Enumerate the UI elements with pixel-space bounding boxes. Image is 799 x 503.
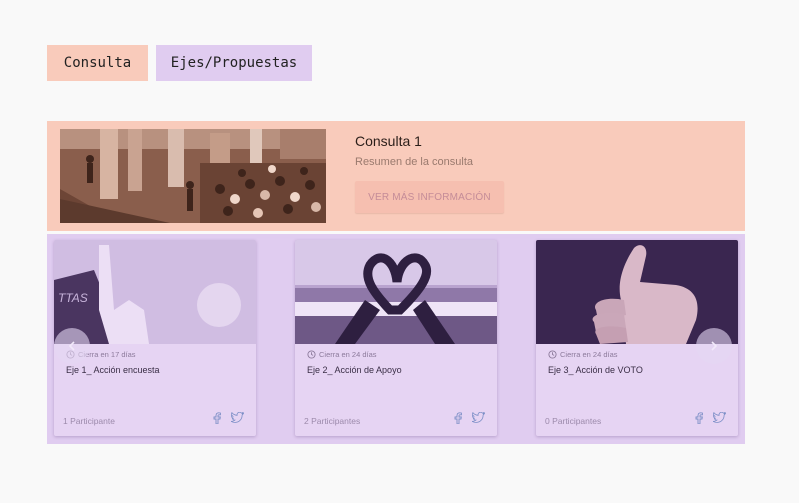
eje-card[interactable]: Cierra en 24 días Eje 2_ Acción de Apoyo… — [295, 240, 497, 436]
eje-card-participants: 1 Participante — [63, 416, 115, 426]
clock-icon — [548, 350, 557, 359]
chevron-left-icon — [68, 341, 75, 351]
twitter-icon[interactable] — [713, 412, 726, 423]
facebook-icon[interactable] — [213, 412, 221, 424]
facebook-icon[interactable] — [695, 412, 703, 424]
carousel-prev-button[interactable] — [54, 328, 90, 364]
tab-ejes-propuestas[interactable]: Ejes/Propuestas — [156, 45, 312, 81]
eje-card-image: TTAS — [54, 240, 256, 344]
consulta-hero-image — [60, 129, 326, 223]
eje-card-closing-text: Cierra en 24 días — [560, 350, 618, 359]
eje-card-image — [295, 240, 497, 344]
eje-card-title: Eje 2_ Acción de Apoyo — [307, 365, 402, 375]
consulta-title: Consulta 1 — [355, 133, 422, 149]
eje-card-closing: Cierra en 24 días — [307, 350, 377, 359]
consulta-summary: Resumen de la consulta — [355, 156, 474, 168]
ver-mas-informacion-button[interactable]: VER MÁS INFORMACIÓN — [355, 181, 504, 213]
eje-card-participants: 0 Participantes — [545, 416, 602, 426]
clock-icon — [307, 350, 316, 359]
ejes-panel: TTAS Cierra en 17 días Eje 1_ Acción enc… — [47, 234, 745, 444]
carousel-next-button[interactable] — [696, 328, 732, 364]
tab-consulta[interactable]: Consulta — [47, 45, 148, 81]
svg-text:TTAS: TTAS — [58, 291, 88, 305]
eje-card-closing: Cierra en 24 días — [548, 350, 618, 359]
eje-card-participants: 2 Participantes — [304, 416, 361, 426]
eje-card-title: Eje 3_ Acción de VOTO — [548, 365, 643, 375]
eje-card-title: Eje 1_ Acción encuesta — [66, 365, 160, 375]
facebook-icon[interactable] — [454, 412, 462, 424]
consulta-panel: Consulta 1 Resumen de la consulta VER MÁ… — [47, 121, 745, 231]
chevron-right-icon — [711, 341, 718, 351]
twitter-icon[interactable] — [231, 412, 244, 423]
eje-card-closing-text: Cierra en 24 días — [319, 350, 377, 359]
twitter-icon[interactable] — [472, 412, 485, 423]
